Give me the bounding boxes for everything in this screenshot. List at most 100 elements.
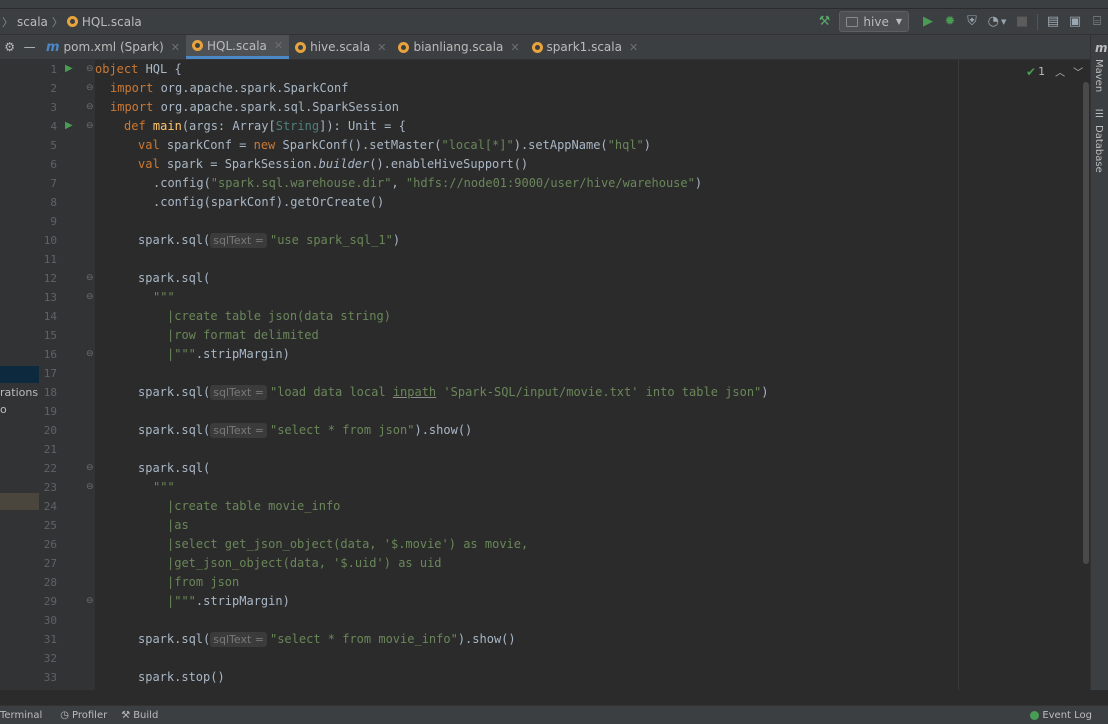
code-keyword: val [138, 157, 160, 171]
project-tree-fragment[interactable]: rations [0, 386, 38, 399]
code-text: spark.sql( [138, 233, 211, 247]
fold-icon[interactable]: ⊖ [86, 273, 94, 283]
project-selected-row[interactable] [0, 366, 39, 383]
fold-icon[interactable]: ⊖ [86, 292, 94, 302]
code-text: ) [761, 385, 769, 399]
fold-icon[interactable]: ⊖ [86, 596, 94, 606]
navigation-bar: 〉 scala 〉 HQL.scala ⚒ hive ▼ ▶ ✹ ⛨ ◔ ▼ ■ … [0, 9, 1108, 35]
project-structure-icon[interactable]: ▤ [1042, 11, 1064, 33]
breadcrumb: 〉 scala 〉 HQL.scala [0, 14, 142, 30]
code-string: |from json [167, 575, 240, 589]
code-text: ]): Unit = { [319, 119, 406, 133]
close-icon[interactable]: ✕ [629, 41, 638, 54]
run-gutter-icon[interactable]: ▶ [65, 120, 73, 131]
terminal-icon[interactable]: ⌸ [1086, 11, 1108, 33]
stop-icon[interactable]: ■ [1011, 11, 1033, 33]
chevron-down-icon[interactable]: ﹀ [1073, 64, 1083, 79]
fold-icon[interactable]: ⊖ [86, 121, 94, 131]
project-panel-controls: ⚙ — [0, 35, 40, 59]
line-number: 4 [50, 120, 57, 133]
code-string: |get_json_object(data, '$.uid') as uid [167, 556, 442, 570]
project-highlight-row[interactable] [0, 493, 39, 510]
line-number: 27 [43, 557, 57, 570]
window-layout-icon[interactable]: ▣ [1064, 11, 1086, 33]
tab-label: HQL.scala [207, 38, 267, 53]
code-line: """ [153, 288, 175, 307]
code-line: spark.sql(sqlText = "select * from movie_… [138, 630, 516, 649]
close-icon[interactable]: ✕ [510, 41, 519, 54]
inspection-widget[interactable]: ✔ 1 ︿ ﹀ [1026, 64, 1083, 80]
coverage-icon[interactable]: ⛨ [961, 11, 983, 33]
tab-hql-scala[interactable]: HQL.scala ✕ [186, 35, 290, 59]
close-icon[interactable]: ✕ [171, 41, 180, 54]
tool-window-profiler[interactable]: ◷ Profiler [60, 710, 107, 721]
code-text: ) [643, 138, 651, 152]
fold-icon[interactable]: ⊖ [86, 463, 94, 473]
fold-icon[interactable]: ⊖ [86, 482, 94, 492]
scala-file-icon [66, 16, 78, 27]
line-number: 23 [43, 481, 57, 494]
chevron-right-icon: 〉 [51, 15, 63, 29]
bottom-tool-bar: Terminal ◷ Profiler ⚒ Build Event Log [0, 705, 1108, 724]
build-hammer-icon[interactable]: ⚒ [813, 11, 835, 33]
debug-icon[interactable]: ✹ [939, 11, 961, 33]
tab-pom-xml[interactable]: m pom.xml (Spark) ✕ [40, 35, 186, 59]
line-number: 10 [43, 234, 57, 247]
code-text: ).show() [457, 632, 516, 646]
tab-bianliang-scala[interactable]: bianliang.scala ✕ [392, 35, 525, 59]
line-number: 7 [50, 177, 57, 190]
code-text: .config( [153, 176, 211, 190]
chevron-up-icon[interactable]: ︿ [1055, 64, 1065, 79]
run-icon[interactable]: ▶ [917, 11, 939, 33]
code-keyword: val [138, 138, 160, 152]
tab-label: spark1.scala [546, 40, 622, 54]
code-text: ).show() [414, 423, 473, 437]
tool-window-database[interactable]: Database [1093, 125, 1104, 173]
tab-spark1-scala[interactable]: spark1.scala ✕ [526, 35, 645, 59]
line-number: 1 [50, 63, 57, 76]
line-number: 15 [43, 329, 57, 342]
fold-icon[interactable]: ⊖ [86, 349, 94, 359]
close-icon[interactable]: ✕ [377, 41, 386, 54]
tool-window-terminal[interactable]: Terminal [0, 710, 42, 721]
breadcrumb-item-scala[interactable]: scala [17, 15, 48, 29]
run-configuration-select[interactable]: hive ▼ [839, 11, 909, 32]
project-tree-fragment[interactable]: o [0, 403, 7, 416]
code-text: spark = SparkSession. [159, 157, 319, 171]
gear-icon[interactable]: ⚙ [4, 40, 15, 54]
code-keyword: import [110, 81, 154, 95]
code-line: spark.sql(sqlText = "select * from json")… [138, 421, 472, 440]
code-line: def main(args: Array[String]): Unit = { [124, 117, 406, 136]
tool-window-event-log[interactable]: Event Log [1030, 710, 1092, 721]
code-text: .config(sparkConf).getOrCreate() [153, 195, 385, 209]
vertical-scrollbar[interactable] [1083, 82, 1089, 564]
code-line: .config("spark.sql.warehouse.dir", "hdfs… [153, 174, 702, 193]
fold-icon[interactable]: ⊖ [86, 102, 94, 112]
profiler-icon: ◷ [60, 709, 69, 721]
tab-label: pom.xml (Spark) [63, 40, 164, 54]
breadcrumb-item-file[interactable]: HQL.scala [82, 15, 142, 29]
tool-window-build[interactable]: ⚒ Build [121, 710, 158, 721]
fold-icon[interactable]: ⊖ [86, 83, 94, 93]
code-text: spark.sql( [138, 385, 211, 399]
code-line: spark.sql( [138, 459, 210, 478]
parameter-hint: sqlText = [210, 632, 267, 647]
parameter-hint: sqlText = [210, 233, 267, 248]
right-margin-guide [958, 60, 959, 690]
toolbar-divider [1037, 13, 1038, 30]
code-string: |as [167, 518, 189, 532]
code-editor[interactable]: object HQL { import org.apache.spark.Spa… [95, 60, 1090, 690]
minimize-icon[interactable]: — [24, 40, 36, 54]
run-gutter-icon[interactable]: ▶ [65, 63, 73, 74]
profile-icon[interactable]: ◔ ▼ [983, 11, 1011, 33]
close-icon[interactable]: ✕ [274, 39, 283, 52]
tab-label: bianliang.scala [413, 40, 504, 54]
fold-icon[interactable]: ⊖ [86, 64, 94, 74]
run-configuration-label: hive [863, 14, 889, 29]
tool-window-maven[interactable]: Maven [1093, 59, 1104, 92]
line-number: 21 [43, 443, 57, 456]
line-number: 2 [50, 82, 57, 95]
tab-hive-scala[interactable]: hive.scala ✕ [289, 35, 392, 59]
code-text: HQL { [138, 62, 182, 76]
chevron-right-icon: 〉 [2, 15, 13, 29]
